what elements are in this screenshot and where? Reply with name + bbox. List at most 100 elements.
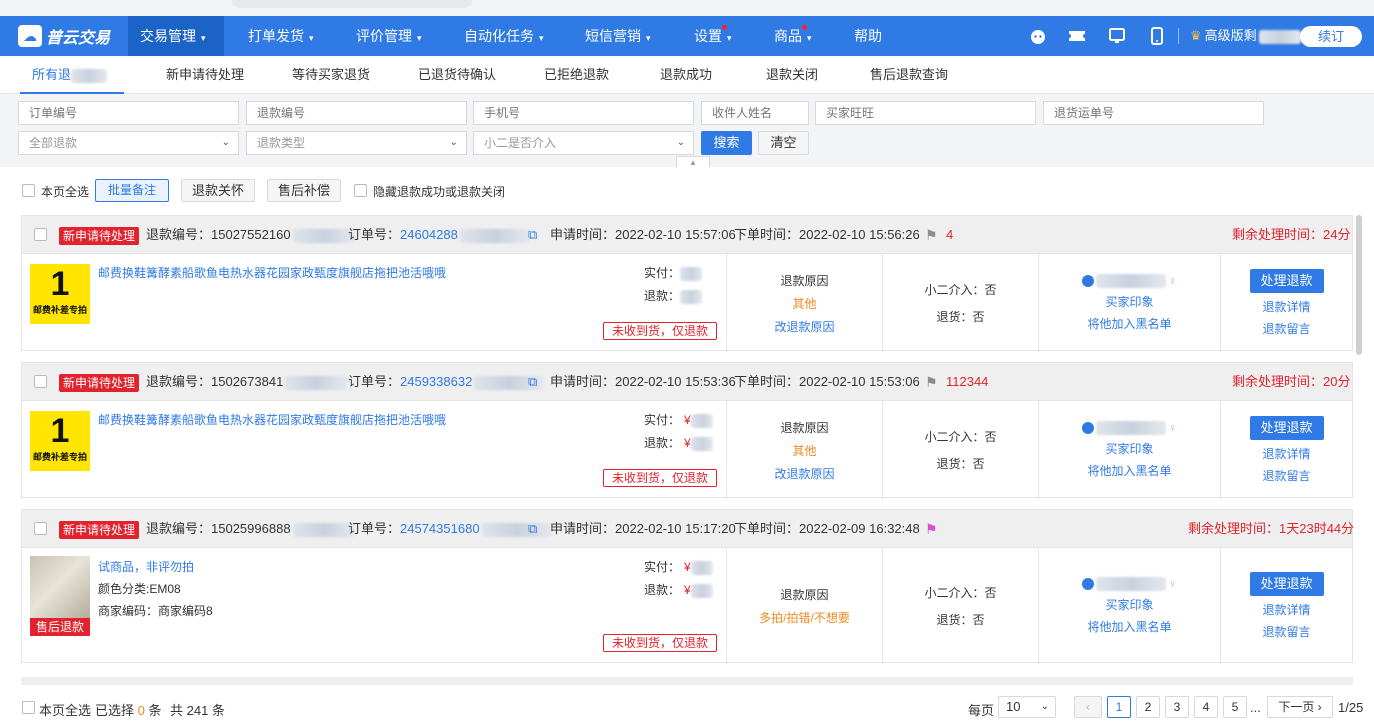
page-2-button[interactable]: 2 [1136, 696, 1160, 718]
page-5-button[interactable]: 5 [1223, 696, 1247, 718]
nav-automation[interactable]: 自动化任务 ▾ [464, 16, 544, 56]
nav-sms-marketing[interactable]: 短信营销 ▾ [585, 16, 651, 56]
tab-awaiting-return[interactable]: 等待买家退货 [292, 56, 370, 94]
next-page-button[interactable]: 下一页 › [1267, 696, 1333, 718]
flag-icon[interactable]: ⚑ [925, 510, 938, 548]
buyer-name[interactable]: ♀ [1082, 274, 1177, 289]
page-4-button[interactable]: 4 [1194, 696, 1218, 718]
tab-refund-success[interactable]: 退款成功 [660, 56, 712, 94]
change-reason-link[interactable]: 改退款原因 [774, 318, 834, 335]
nav-products[interactable]: 商品 ▾ [774, 16, 812, 56]
flag-icon[interactable]: ⚑ [925, 363, 938, 401]
tab-after-sale-query[interactable]: 售后退款查询 [870, 56, 948, 94]
refund-message-link[interactable]: 退款留言 [1262, 320, 1310, 337]
refund-detail-link[interactable]: 退款详情 [1262, 445, 1310, 462]
buyer-name[interactable]: ♀ [1082, 421, 1177, 436]
return-waybill-input[interactable] [1043, 101, 1264, 125]
product-thumbnail[interactable]: 1 邮费补差专拍 [30, 264, 90, 324]
page-1-button[interactable]: 1 [1107, 696, 1131, 718]
select-value: 小二是否介入 [484, 136, 557, 150]
tab-returned-confirm[interactable]: 已退货待确认 [418, 56, 496, 94]
clear-button[interactable]: 清空 [758, 131, 809, 155]
intervene-select[interactable]: 小二是否介入 ⌄ [473, 131, 694, 155]
receiver-name-input[interactable] [701, 101, 809, 125]
buyer-id-input[interactable] [815, 101, 1036, 125]
flag-icon[interactable]: ⚑ [925, 216, 938, 254]
refund-detail-link[interactable]: 退款详情 [1262, 298, 1310, 315]
currency-symbol: ¥ [684, 436, 691, 450]
phone-input[interactable] [473, 101, 694, 125]
search-button[interactable]: 搜索 [701, 131, 752, 155]
batch-note-button[interactable]: 批量备注 [95, 179, 169, 202]
refund-detail-link[interactable]: 退款详情 [1262, 601, 1310, 618]
redacted-text [459, 228, 530, 243]
page-ellipsis: ... [1250, 700, 1261, 715]
product-thumbnail[interactable]: 1 邮费补差专拍 [30, 411, 90, 471]
copy-icon[interactable]: ⧉ [528, 216, 537, 254]
order-checkbox[interactable] [34, 522, 47, 535]
refund-no-input[interactable] [246, 101, 467, 125]
nav-print-ship[interactable]: 打单发货 ▾ [248, 16, 314, 56]
nav-review-management[interactable]: 评价管理 ▾ [356, 16, 422, 56]
per-page-select[interactable]: 10 ⌄ [998, 696, 1056, 718]
tab-refund-closed[interactable]: 退款关闭 [766, 56, 818, 94]
nav-help[interactable]: 帮助 [854, 16, 882, 56]
change-reason-link[interactable]: 改退款原因 [774, 465, 834, 482]
order-no-link[interactable]: 24574351680 [400, 521, 480, 536]
order-checkbox[interactable] [34, 228, 47, 241]
refund-status-select[interactable]: 全部退款 ⌄ [18, 131, 239, 155]
app-logo[interactable]: ☁ 普云交易 [18, 24, 110, 48]
desktop-icon[interactable] [1107, 26, 1127, 46]
nav-settings[interactable]: 设置 ▾ [694, 16, 732, 56]
tab-new-pending[interactable]: 新申请待处理 [166, 56, 244, 94]
product-title-link[interactable]: 邮费换鞋篝酵素船歌鱼电热水器花园家政甄度旗舰店拖把池活哦哦 [98, 264, 446, 281]
refund-type-select[interactable]: 退款类型 ⌄ [246, 131, 467, 155]
selected-unit: 条 [148, 703, 162, 718]
buyer-impression-link[interactable]: 买家印象 [1105, 596, 1153, 613]
thumbnail-big-digit: 1 [50, 265, 70, 303]
process-refund-button[interactable]: 处理退款 [1249, 572, 1324, 596]
nav-trade-management[interactable]: 交易管理 ▾ [128, 16, 224, 56]
order-checkbox[interactable] [34, 375, 47, 388]
buyer-impression-link[interactable]: 买家印象 [1105, 440, 1153, 457]
buyer-name[interactable]: ♀ [1082, 577, 1177, 592]
mobile-icon[interactable] [1147, 26, 1167, 46]
page-3-button[interactable]: 3 [1165, 696, 1189, 718]
renew-button[interactable]: 续订 [1300, 26, 1362, 47]
ticket-icon[interactable] [1067, 26, 1087, 46]
copy-icon[interactable]: ⧉ [528, 363, 537, 401]
product-title-link[interactable]: 邮费换鞋篝酵素船歌鱼电热水器花园家政甄度旗舰店拖把池活哦哦 [98, 411, 446, 428]
copy-icon[interactable]: ⧉ [528, 510, 537, 548]
hide-closed-checkbox[interactable] [354, 184, 367, 197]
after-sale-compensation-button[interactable]: 售后补偿 [267, 179, 341, 202]
collapse-filter-icon[interactable]: ▲ [676, 156, 710, 167]
blacklist-link[interactable]: 将他加入黑名单 [1087, 315, 1171, 332]
process-refund-button[interactable]: 处理退款 [1249, 416, 1324, 440]
order-no-link[interactable]: 24604288 [400, 227, 458, 242]
buyer-impression-link[interactable]: 买家印象 [1105, 293, 1153, 310]
customer-service-icon[interactable] [1028, 26, 1048, 46]
nav-label: 帮助 [854, 28, 882, 44]
order-no-input[interactable] [18, 101, 239, 125]
refund-message-link[interactable]: 退款留言 [1262, 467, 1310, 484]
prev-page-button[interactable]: ‹ [1074, 696, 1102, 718]
chevron-down-icon: ▾ [807, 33, 812, 43]
order-no-link[interactable]: 2459338632 [400, 374, 472, 389]
refund-care-button[interactable]: 退款关怀 [181, 179, 255, 202]
process-refund-button[interactable]: 处理退款 [1249, 269, 1324, 293]
refund-label: 退款： [644, 289, 681, 303]
chevron-down-icon: ▾ [309, 33, 314, 43]
refund-message-link[interactable]: 退款留言 [1262, 623, 1310, 640]
logo-icon: ☁ [18, 25, 42, 47]
blacklist-link[interactable]: 将他加入黑名单 [1087, 462, 1171, 479]
footer-select-page-checkbox[interactable] [22, 701, 35, 714]
apply-time: 申请时间：2022-02-10 15:57:06 [550, 216, 736, 254]
select-page-checkbox[interactable] [22, 184, 35, 197]
product-title-link[interactable]: 试商品，非评勿拍 [98, 558, 194, 575]
tab-all-refunds[interactable]: 所有退 [20, 56, 124, 94]
scrollbar[interactable] [1356, 215, 1362, 355]
blacklist-link[interactable]: 将他加入黑名单 [1087, 618, 1171, 635]
thumbnail-caption: 邮费补差专拍 [32, 305, 87, 315]
product-thumbnail[interactable]: 售后退款 [30, 556, 90, 636]
tab-rejected[interactable]: 已拒绝退款 [544, 56, 609, 94]
